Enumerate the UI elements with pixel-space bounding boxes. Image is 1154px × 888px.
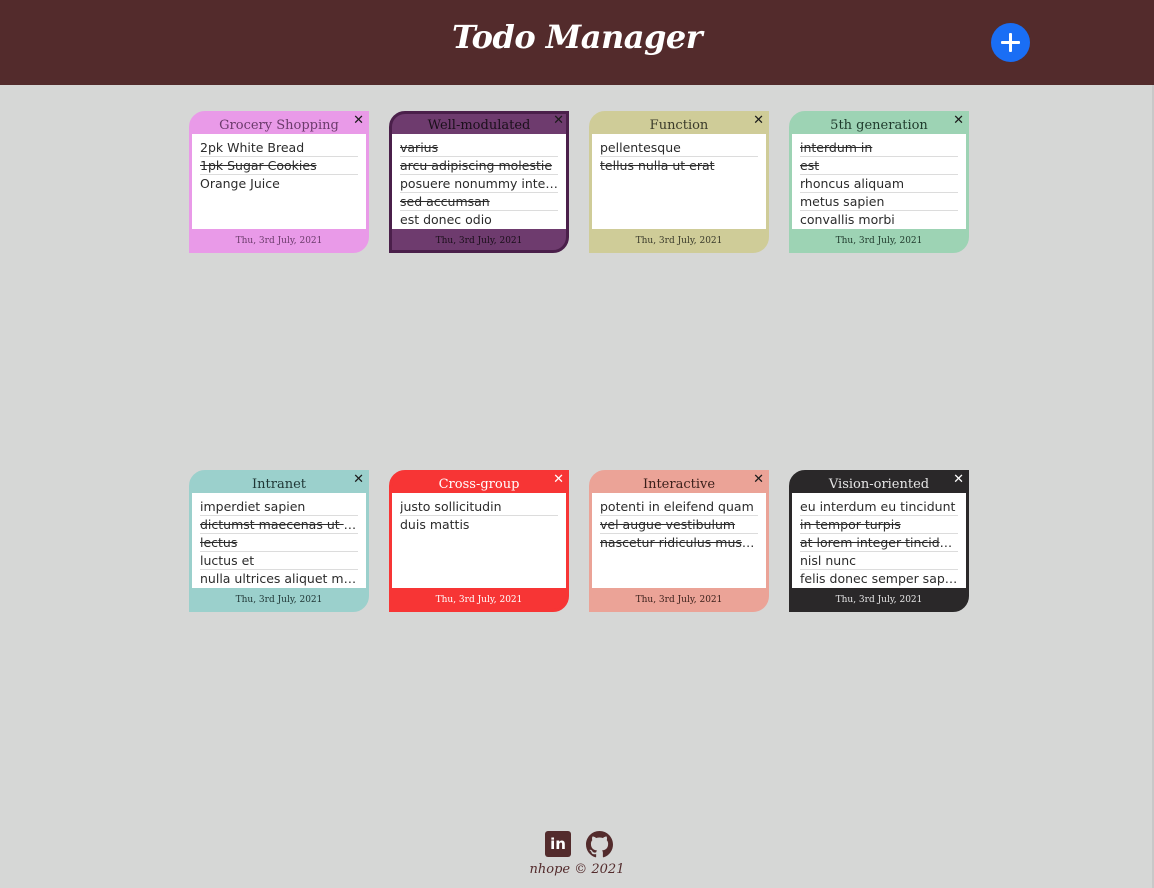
- close-icon[interactable]: ✕: [953, 473, 964, 487]
- card-date: Thu, 3rd July, 2021: [635, 236, 723, 246]
- todo-item[interactable]: rhoncus aliquam: [800, 175, 958, 193]
- todo-item[interactable]: est: [800, 157, 958, 175]
- todo-card[interactable]: Grocery Shopping ✕ 2pk White Bread 1pk Suga…: [189, 111, 369, 253]
- card-title[interactable]: Well-modulated: [392, 116, 566, 136]
- github-icon[interactable]: [586, 831, 613, 858]
- todo-item[interactable]: nulla ultrices aliquet maecenas: [200, 570, 358, 588]
- todo-item[interactable]: posuere nonummy integer: [400, 175, 558, 193]
- todo-item[interactable]: felis donec semper sapien: [800, 570, 958, 588]
- todo-item[interactable]: Orange Juice: [200, 175, 358, 193]
- todo-item[interactable]: interdum in: [800, 139, 958, 157]
- todo-list: imperdiet sapiendictumst maecenas ut mas…: [192, 493, 366, 588]
- todo-item[interactable]: lectus: [200, 534, 358, 552]
- todo-item[interactable]: dictumst maecenas ut massa: [200, 516, 358, 534]
- todo-item[interactable]: eu interdum eu tincidunt: [800, 498, 958, 516]
- todo-item[interactable]: varius: [400, 139, 558, 157]
- close-icon[interactable]: ✕: [553, 114, 564, 128]
- linkedin-icon[interactable]: in: [545, 831, 571, 857]
- todo-item[interactable]: convallis morbi: [800, 211, 958, 229]
- todo-item[interactable]: imperdiet sapien: [200, 498, 358, 516]
- todo-item[interactable]: est donec odio: [400, 211, 558, 229]
- todo-item[interactable]: luctus et: [200, 552, 358, 570]
- todo-item[interactable]: tellus nulla ut erat: [600, 157, 758, 175]
- close-icon[interactable]: ✕: [753, 473, 764, 487]
- card-date: Thu, 3rd July, 2021: [835, 236, 923, 246]
- close-icon[interactable]: ✕: [353, 473, 364, 487]
- todo-card[interactable]: Well-modulated ✕ varius arcu adipiscing mol…: [389, 111, 569, 253]
- close-icon[interactable]: ✕: [953, 114, 964, 128]
- card-date: Thu, 3rd July, 2021: [235, 236, 323, 246]
- todo-card[interactable]: Function ✕ pellentesque tellus nulla ut era…: [589, 111, 769, 253]
- todo-item[interactable]: metus sapien: [800, 193, 958, 211]
- todo-item[interactable]: vel augue vestibulum: [600, 516, 758, 534]
- footer-copyright: nhope © 2021: [529, 862, 625, 877]
- todo-list: pellentesque tellus nulla ut erat: [592, 134, 766, 229]
- close-icon[interactable]: ✕: [753, 114, 764, 128]
- todo-item[interactable]: arcu adipiscing molestie: [400, 157, 558, 175]
- todo-item[interactable]: 1pk Sugar Cookies: [200, 157, 358, 175]
- card-date: Thu, 3rd July, 2021: [635, 595, 723, 605]
- app-title: Todo Manager: [451, 18, 703, 56]
- card-title[interactable]: 5th generation: [792, 116, 966, 136]
- app-header: Todo Manager: [0, 0, 1154, 85]
- todo-list: interdum in est rhoncus aliquam metus sapie…: [792, 134, 966, 229]
- todo-card[interactable]: Intranet ✕ imperdiet sapien dictumst maecen…: [189, 470, 369, 612]
- todo-item[interactable]: at lorem integer tincidunt: [800, 534, 958, 552]
- card-title[interactable]: Grocery Shopping: [192, 116, 366, 136]
- card-date: Thu, 3rd July, 2021: [835, 595, 923, 605]
- todo-item[interactable]: potenti in eleifend quam: [600, 498, 758, 516]
- card-title[interactable]: Intranet: [192, 475, 366, 495]
- todo-item[interactable]: in tempor turpis: [800, 516, 958, 534]
- card-date: Thu, 3rd July, 2021: [235, 595, 323, 605]
- todo-card[interactable]: Interactive ✕ potenti in eleifend quam vel …: [589, 470, 769, 612]
- todo-list: 2pk White Bread 1pk Sugar Cookies Orange J…: [192, 134, 366, 229]
- card-title[interactable]: Interactive: [592, 475, 766, 495]
- todo-item[interactable]: nascetur ridiculus mus etiam: [600, 534, 758, 552]
- card-date: Thu, 3rd July, 2021: [435, 595, 523, 605]
- card-title[interactable]: Vision-oriented: [792, 475, 966, 495]
- card-title[interactable]: Function: [592, 116, 766, 136]
- todo-item[interactable]: 2pk White Bread: [200, 139, 358, 157]
- todo-item[interactable]: sed accumsan: [400, 193, 558, 211]
- todo-list: eu interdum eu tincidunt in tempor turpis…: [792, 493, 966, 588]
- todo-card[interactable]: Vision-oriented ✕ eu interdum eu tincidunt…: [789, 470, 969, 612]
- todo-list: varius arcu adipiscing molestie posuere no…: [392, 134, 566, 229]
- close-icon[interactable]: ✕: [553, 473, 564, 487]
- todo-list: potenti in eleifend quam vel augue vestib…: [592, 493, 766, 588]
- todo-item[interactable]: duis mattis: [400, 516, 558, 534]
- close-icon[interactable]: ✕: [353, 114, 364, 128]
- todo-item[interactable]: pellentesque: [600, 139, 758, 157]
- social-links: in: [545, 831, 615, 859]
- add-todo-button[interactable]: [991, 23, 1030, 62]
- card-date: Thu, 3rd July, 2021: [435, 236, 523, 246]
- todo-item[interactable]: justo sollicitudin: [400, 498, 558, 516]
- card-title[interactable]: Cross-group: [392, 475, 566, 495]
- todo-item[interactable]: nisl nunc: [800, 552, 958, 570]
- todo-card[interactable]: Cross-group ✕ justo sollicitudin duis matti…: [389, 470, 569, 612]
- todo-list: justo sollicitudin duis mattis: [392, 493, 566, 588]
- todo-card[interactable]: 5th generation ✕ interdum in est rhoncus ali…: [789, 111, 969, 253]
